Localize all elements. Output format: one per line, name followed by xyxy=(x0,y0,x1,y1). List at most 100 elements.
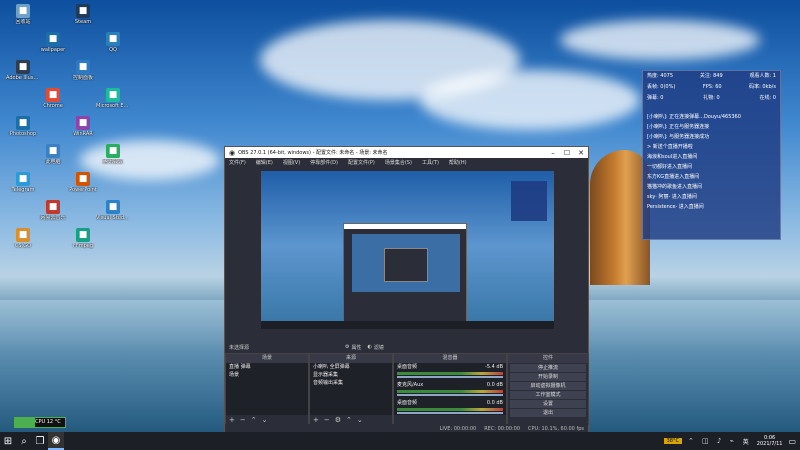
ime-indicator[interactable]: 英 xyxy=(743,437,749,446)
minimize-button[interactable]: – xyxy=(546,149,560,157)
desktop-icon[interactable]: ■ Photoshop xyxy=(6,116,40,137)
desktop-icon[interactable]: ■ 网易云音乐 xyxy=(36,200,70,221)
volume-slider[interactable] xyxy=(397,394,503,396)
desktop-icon-label: Telegram xyxy=(11,187,35,193)
volume-slider[interactable] xyxy=(397,376,503,378)
cpu-meter-label: CPU 12 °C xyxy=(35,419,61,425)
preview-stats xyxy=(511,181,547,221)
desktop-icon-label: PowerPoint xyxy=(69,187,97,193)
desktop-icon[interactable]: ■ Microsoft Edge xyxy=(96,88,130,109)
desktop-icon[interactable]: ■ PowerPoint xyxy=(66,172,100,193)
preview-nested-obs xyxy=(343,223,467,329)
tray-icons[interactable]: ⌃ ◫ ♪ ⌁ xyxy=(688,437,737,445)
dropped-frames-value: 丢帧: 0(0%) xyxy=(647,84,676,90)
desktop-icon[interactable]: ■ FFmpeg xyxy=(66,228,100,249)
controls-dock: 控件 停止推流 开始录制 启动虚拟摄像机 工作室模式 设置 退出 xyxy=(507,353,589,425)
control-button-5[interactable]: 退出 xyxy=(510,409,586,417)
add-icon[interactable]: + xyxy=(229,416,235,424)
cpu-fps: CPU: 10.1%, 60.00 fps xyxy=(528,425,584,432)
menu-item[interactable]: 停靠部件(D) xyxy=(310,159,338,166)
obs-window[interactable]: ◉ OBS 27.0.1 (64-bit, windows) - 配置文件: 未… xyxy=(224,146,589,434)
menu-item[interactable]: 视图(V) xyxy=(283,159,300,166)
chat-log: [小喇叭]: 正在连接弹幕...Douyu/465360 [小喇叭]: 正在与服务… xyxy=(643,112,780,212)
search-icon[interactable]: ⌕ xyxy=(16,433,32,449)
browser-icon: ■ xyxy=(106,88,120,102)
up-icon[interactable]: ⌃ xyxy=(251,416,257,424)
temperature-badge[interactable]: 38°C xyxy=(663,438,682,444)
gear-icon[interactable]: ⚙ xyxy=(335,416,341,424)
menu-item[interactable]: 场景集合(S) xyxy=(385,159,412,166)
up-icon[interactable]: ⌃ xyxy=(346,416,352,424)
properties-button[interactable]: 属性 xyxy=(351,344,361,351)
preview-taskbar xyxy=(261,321,554,329)
desktop-icon-label: 网易云音乐 xyxy=(40,215,66,221)
close-button[interactable]: ✕ xyxy=(574,149,588,157)
bitrate-value: 码率: 0kb/s xyxy=(749,84,776,90)
cpu-meter: CPU 12 °C xyxy=(14,417,66,428)
menu-item[interactable]: 帮助(H) xyxy=(449,159,467,166)
windows-start-icon[interactable]: ⊞ xyxy=(0,433,16,449)
remove-icon[interactable]: − xyxy=(324,416,330,424)
desktop-icon[interactable]: ■ CS:GO xyxy=(6,228,40,249)
source-item[interactable]: 小喇叭 全屏弹幕 xyxy=(310,363,392,371)
desktop-icon[interactable]: ■ wallpaper xyxy=(36,32,70,53)
source-item[interactable]: 显示器采集 xyxy=(310,371,392,379)
computer-icon: ■ xyxy=(46,144,60,158)
desktop-icon[interactable]: ■ 控制面板 xyxy=(66,60,100,81)
control-button-3[interactable]: 工作室模式 xyxy=(510,391,586,399)
desktop-icon[interactable]: ■ WinRAR xyxy=(66,116,100,137)
scenes-list: 直播 弹幕 场景 xyxy=(226,363,308,415)
control-button-2[interactable]: 启动虚拟摄像机 xyxy=(510,382,586,390)
filter-icon[interactable]: ◐ xyxy=(368,344,372,350)
notification-icon[interactable]: ▭ xyxy=(788,437,796,446)
menu-item[interactable]: 编辑(E) xyxy=(256,159,273,166)
desktop-icon[interactable]: ■ 回收站 xyxy=(6,4,40,25)
add-icon[interactable]: + xyxy=(313,416,319,424)
desktop-icon[interactable]: ■ QQ xyxy=(96,32,130,53)
control-button-4[interactable]: 设置 xyxy=(510,400,586,408)
menu-item[interactable]: 配置文件(P) xyxy=(348,159,375,166)
mixer-track: 桌面音频 0.0 dB xyxy=(394,399,506,414)
remove-icon[interactable]: − xyxy=(240,416,246,424)
clock[interactable]: 0:06 2021/7/11 xyxy=(757,435,783,447)
danmu-count: 弹幕: 0 xyxy=(647,95,664,101)
mixer-track-db: -5.4 dB xyxy=(485,364,503,370)
cloud xyxy=(420,70,640,130)
scene-item[interactable]: 直播 弹幕 xyxy=(226,363,308,371)
mixer-track-header: 桌面音频 -5.4 dB xyxy=(394,363,506,371)
volume-slider[interactable] xyxy=(397,412,503,414)
desktop-icon-label: 控制面板 xyxy=(72,75,93,81)
clock-date: 2021/7/11 xyxy=(756,441,783,447)
obs-preview[interactable] xyxy=(261,171,554,329)
chat-line: 海浪和soul进入直播间 xyxy=(647,154,698,160)
app-icon: ■ xyxy=(76,228,90,242)
menu-item[interactable]: 文件(F) xyxy=(229,159,246,166)
task-view-icon[interactable]: ❐ xyxy=(32,433,48,449)
stats-row: 热度: 4075 关注: 849 观看人数: 1 xyxy=(643,71,780,82)
filters-button[interactable]: 滤镜 xyxy=(374,344,384,351)
app-icon: ■ xyxy=(16,60,30,74)
down-icon[interactable]: ⌄ xyxy=(357,416,363,424)
desktop-icon[interactable]: ■ 此电脑 xyxy=(36,144,70,165)
desktop-icon[interactable]: ■ 腾讯会议 xyxy=(96,144,130,165)
obs-icon[interactable]: ◉ xyxy=(48,432,64,450)
scene-item[interactable]: 场景 xyxy=(226,371,308,379)
desktop-icon[interactable]: ■ Steam xyxy=(66,4,100,25)
maximize-button[interactable]: ☐ xyxy=(560,149,574,157)
desktop-icon[interactable]: ■Adobe Illustrator xyxy=(6,60,40,81)
control-button-1[interactable]: 开始录制 xyxy=(510,373,586,381)
control-button-0[interactable]: 停止推流 xyxy=(510,364,586,372)
controls-dock-title: 控件 xyxy=(508,354,588,363)
obs-titlebar[interactable]: ◉ OBS 27.0.1 (64-bit, windows) - 配置文件: 未… xyxy=(225,147,588,158)
menu-item[interactable]: 工具(T) xyxy=(422,159,439,166)
desktop-icon[interactable]: ■ Chrome xyxy=(36,88,70,109)
app-icon: ■ xyxy=(76,172,90,186)
gear-icon[interactable]: ⚙ xyxy=(345,344,349,350)
chat-line: 东方KG直播进入直播间 xyxy=(647,174,700,180)
chat-line: sky· 阿丽- 进入直播间 xyxy=(647,194,697,200)
source-item[interactable]: 音频输出采集 xyxy=(310,379,392,387)
desktop-icon[interactable]: ■Visual Studio Code xyxy=(96,200,130,221)
down-icon[interactable]: ⌄ xyxy=(262,416,268,424)
mixer-track-db: 0.0 dB xyxy=(486,400,503,406)
desktop-icon[interactable]: ■ Telegram xyxy=(6,172,40,193)
